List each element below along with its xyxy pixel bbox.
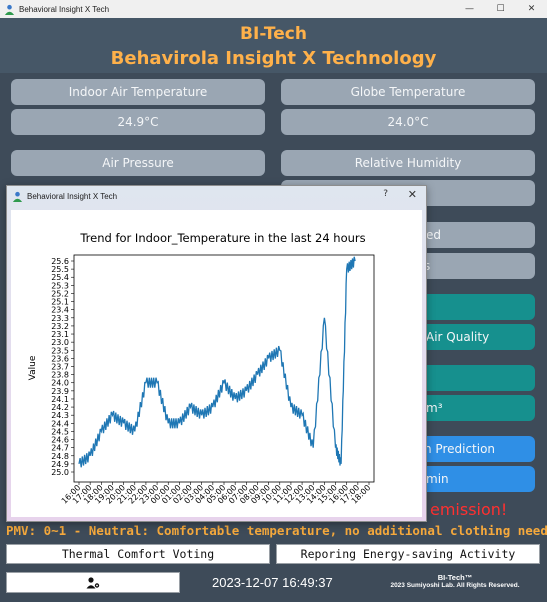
datetime-display: 2023-12-07 16:49:37 bbox=[212, 575, 333, 590]
maximize-button[interactable]: ☐ bbox=[485, 0, 516, 18]
user-settings-button[interactable] bbox=[6, 572, 180, 593]
copyright: 2023 Sumiyoshi Lab. All Rights Reserved. bbox=[390, 582, 520, 589]
partial-card-2: s bbox=[420, 253, 535, 279]
energy-saving-report-button[interactable]: Reporing Energy-saving Activity bbox=[276, 544, 540, 564]
dialog-title: Behavioral Insight X Tech bbox=[27, 191, 118, 201]
thermal-comfort-voting-button[interactable]: Thermal Comfort Voting bbox=[6, 544, 270, 564]
air-quality-label: Air Quality bbox=[420, 324, 535, 350]
trend-chart: Trend for Indoor_Temperature in the last… bbox=[28, 231, 375, 506]
user-gear-icon bbox=[86, 576, 100, 588]
globe-temp-label: Globe Temperature bbox=[281, 79, 535, 105]
brand-name: BI-Tech™ bbox=[437, 573, 473, 582]
pmv-message: PMV: 0~1 - Neutral: Comfortable temperat… bbox=[6, 523, 547, 538]
help-button[interactable]: ? bbox=[383, 189, 388, 199]
close-button[interactable]: ✕ bbox=[516, 0, 547, 18]
minimize-button[interactable]: — bbox=[454, 0, 485, 18]
emission-alert: emission! bbox=[430, 500, 508, 519]
teal-card-1 bbox=[420, 294, 535, 320]
app-title: BI-Tech bbox=[240, 24, 307, 44]
series-line bbox=[78, 256, 356, 468]
duration-button[interactable]: min bbox=[420, 466, 535, 492]
window-title: Behavioral Insight X Tech bbox=[19, 4, 110, 14]
prediction-button[interactable]: n Prediction bbox=[420, 436, 535, 462]
trend-dialog: Behavioral Insight X Tech ? ✕ Trend for … bbox=[6, 185, 427, 522]
y-axis-label: Value bbox=[28, 355, 38, 380]
person-app-icon bbox=[4, 4, 15, 15]
indoor-temp-label: Indoor Air Temperature bbox=[11, 79, 265, 105]
partial-card-1: ed bbox=[420, 222, 535, 248]
teal-card-3 bbox=[420, 365, 535, 391]
dialog-close-button[interactable]: ✕ bbox=[408, 188, 417, 201]
air-quality-unit: m³ bbox=[420, 395, 535, 421]
app-subtitle: Behavirola Insight X Technology bbox=[110, 48, 437, 69]
globe-temp-value: 24.0°C bbox=[281, 109, 535, 135]
app-header: BI-Tech Behavirola Insight X Technology bbox=[0, 18, 547, 73]
relative-humidity-label: Relative Humidity bbox=[281, 150, 535, 176]
window-titlebar: Behavioral Insight X Tech — ☐ ✕ bbox=[0, 0, 547, 18]
chart-title: Trend for Indoor_Temperature in the last… bbox=[79, 231, 365, 245]
person-app-icon bbox=[12, 191, 23, 202]
indoor-temp-value: 24.9°C bbox=[11, 109, 265, 135]
y-tick-label: 25.0 bbox=[51, 468, 69, 477]
air-pressure-label: Air Pressure bbox=[11, 150, 265, 176]
brand-footer: BI-Tech™ 2023 Sumiyoshi Lab. All Rights … bbox=[380, 573, 530, 589]
dialog-titlebar[interactable]: Behavioral Insight X Tech ? ✕ bbox=[7, 186, 426, 206]
chart-canvas: Trend for Indoor_Temperature in the last… bbox=[11, 210, 422, 517]
